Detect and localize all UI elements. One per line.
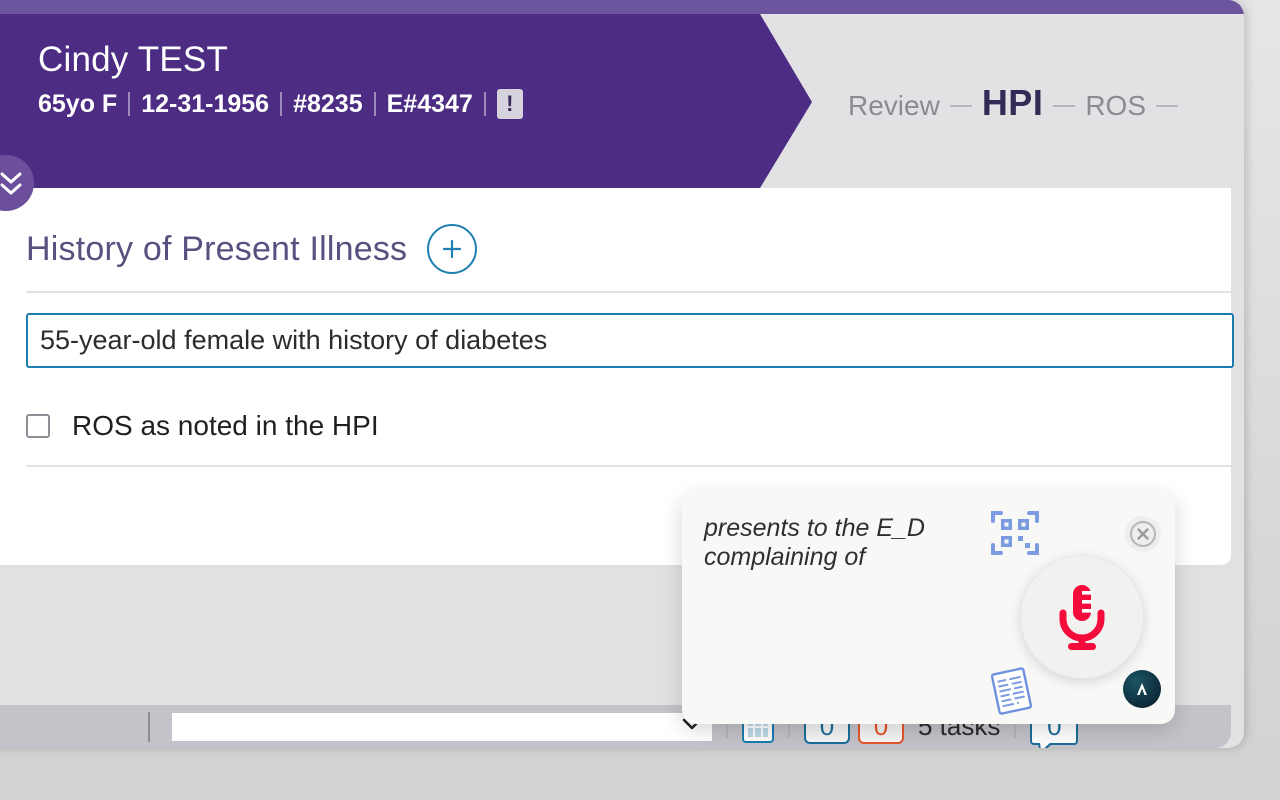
meta-separator: [128, 92, 131, 116]
microphone-icon[interactable]: [1020, 555, 1144, 679]
qr-code-icon[interactable]: [989, 507, 1041, 564]
ros-checkbox-row[interactable]: ROS as noted in the HPI: [26, 410, 379, 442]
crumb-hpi[interactable]: HPI: [982, 82, 1044, 124]
dictation-transcript: presents to the E_D complaining of: [704, 514, 925, 571]
notes-document-icon[interactable]: [987, 664, 1037, 722]
crumb-dash: [1156, 105, 1179, 107]
status-select[interactable]: [172, 712, 712, 741]
chevron-double-down-icon: [0, 172, 22, 195]
patient-banner-content: Cindy TEST 65yo F 12-31-1956 #8235 E#434…: [38, 38, 523, 120]
grid-cell: [755, 727, 761, 737]
crumb-dash: [1053, 105, 1076, 107]
patient-banner[interactable]: Cindy TEST 65yo F 12-31-1956 #8235 E#434…: [0, 14, 818, 188]
patient-mrn: #8235: [293, 90, 363, 118]
alert-icon[interactable]: !: [496, 89, 523, 119]
crumb-ros[interactable]: ROS: [1085, 90, 1146, 122]
hpi-input[interactable]: [26, 313, 1234, 368]
breadcrumb: Review HPI ROS: [848, 82, 1188, 124]
patient-dob: 12-31-1956: [141, 90, 270, 118]
ros-checkbox-label: ROS as noted in the HPI: [72, 410, 379, 441]
meta-separator: [280, 92, 283, 116]
close-icon[interactable]: [1125, 516, 1161, 552]
ros-checkbox[interactable]: [26, 414, 50, 438]
patient-meta: 65yo F 12-31-1956 #8235 E#4347 !: [38, 88, 523, 120]
meta-separator: [483, 92, 486, 116]
patient-name: Cindy TEST: [38, 40, 229, 79]
crumb-dash: [949, 105, 972, 107]
patient-encounter: E#4347: [386, 90, 473, 118]
status-divider: [148, 711, 150, 742]
patient-age-sex: 65yo F: [38, 90, 118, 118]
grid-cell: [748, 727, 754, 737]
dictation-panel[interactable]: presents to the E_D complaining of: [682, 492, 1175, 724]
grid-cell: [762, 727, 768, 737]
crumb-review[interactable]: Review: [848, 90, 940, 122]
divider-bottom: [26, 465, 1231, 467]
brand-logo-icon[interactable]: [1123, 670, 1161, 708]
screen: Cindy TEST 65yo F 12-31-1956 #8235 E#434…: [0, 0, 1280, 800]
top-purple-strip: [0, 0, 1244, 14]
meta-separator: [373, 92, 376, 116]
